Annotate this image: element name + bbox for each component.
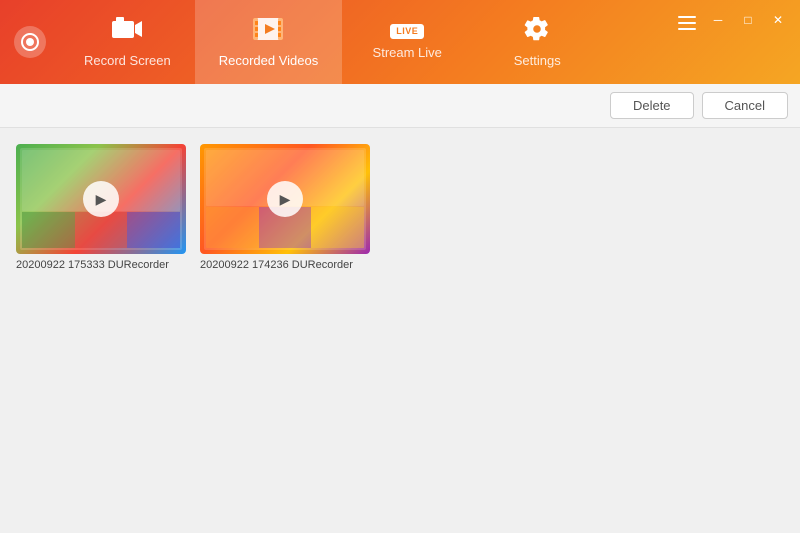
logo-area	[0, 26, 60, 58]
video-thumbnail-2[interactable]: ▶ 20200922 174236 DURecorder	[200, 144, 370, 271]
nav-item-stream-live[interactable]: LIVE Stream Live	[342, 0, 472, 84]
logo-icon	[14, 26, 46, 58]
thumb-overlay-1: ▶	[16, 144, 186, 254]
film-icon	[252, 16, 284, 47]
video-name-2: 20200922 174236 DURecorder	[200, 259, 370, 271]
camera-icon	[111, 16, 143, 47]
nav-label-recorded-videos: Recorded Videos	[219, 53, 319, 68]
nav-label-record-screen: Record Screen	[84, 53, 171, 68]
nav-label-stream-live: Stream Live	[373, 45, 442, 60]
play-button-2[interactable]: ▶	[267, 181, 303, 217]
toolbar-row: Delete Cancel	[0, 84, 800, 128]
close-button[interactable]: ✕	[764, 10, 792, 30]
hamburger-line-3	[678, 28, 696, 30]
nav-item-recorded-videos[interactable]: Recorded Videos	[195, 0, 343, 84]
nav-item-record-screen[interactable]: Record Screen	[60, 0, 195, 84]
title-bar: Record Screen Recorded Videos	[0, 0, 800, 84]
video-name-1: 20200922 175333 DURecorder	[16, 259, 186, 271]
video-thumbnail-1[interactable]: ▶ 20200922 175333 DURecorder	[16, 144, 186, 271]
thumb-overlay-2: ▶	[200, 144, 370, 254]
minimize-button[interactable]: ─	[704, 10, 732, 30]
play-button-1[interactable]: ▶	[83, 181, 119, 217]
delete-button[interactable]: Delete	[610, 92, 694, 119]
thumb-image-2: ▶	[200, 144, 370, 254]
nav-item-settings[interactable]: Settings	[472, 0, 602, 84]
live-icon: LIVE	[390, 24, 424, 39]
video-grid: ▶ 20200922 175333 DURecorder ▶	[16, 144, 784, 271]
hamburger-line-1	[678, 16, 696, 18]
hamburger-menu[interactable]	[674, 12, 700, 34]
live-badge: LIVE	[390, 24, 424, 39]
gear-settings-icon	[524, 16, 550, 47]
window-controls: ─ □ ✕	[704, 10, 792, 30]
thumb-image-1: ▶	[16, 144, 186, 254]
maximize-button[interactable]: □	[734, 10, 762, 30]
main-content: ▶ 20200922 175333 DURecorder ▶	[0, 128, 800, 533]
nav-label-settings: Settings	[514, 53, 561, 68]
hamburger-line-2	[678, 22, 696, 24]
cancel-button[interactable]: Cancel	[702, 92, 788, 119]
